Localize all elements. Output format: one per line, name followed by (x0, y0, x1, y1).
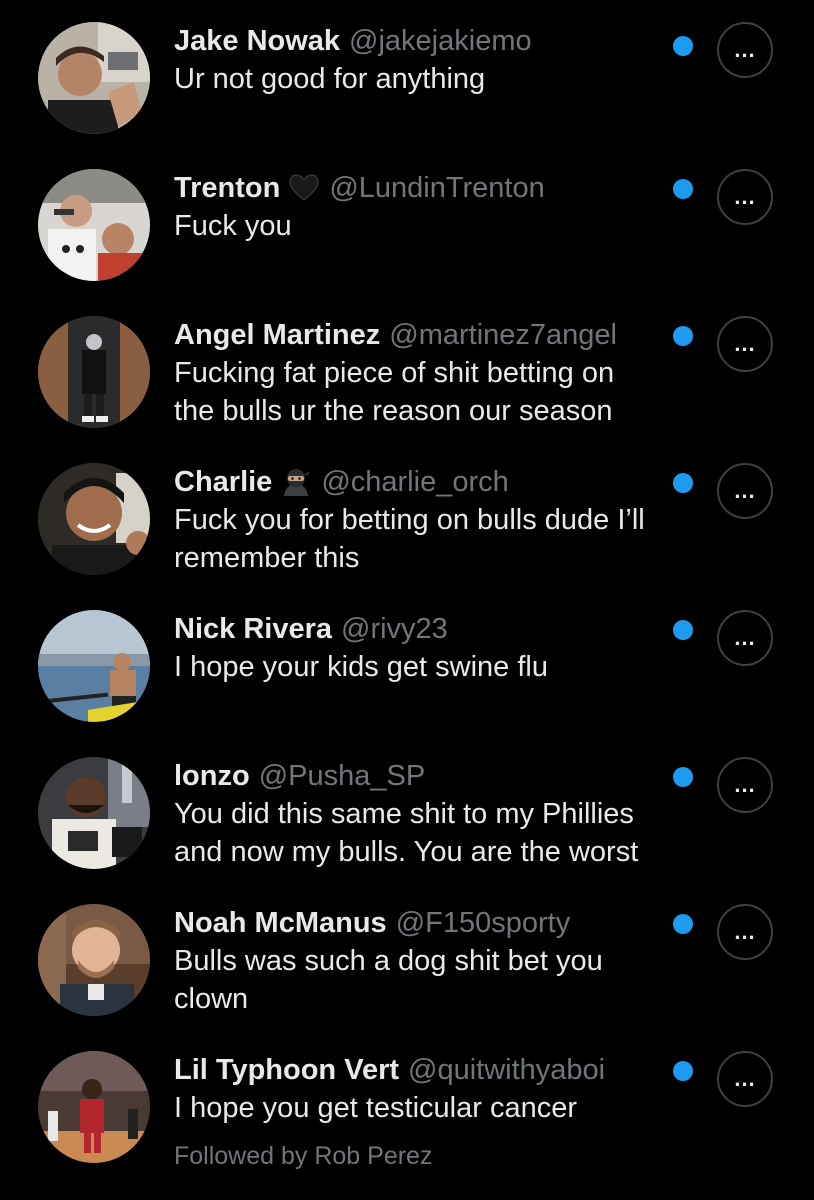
message-line: I hope you get testicular cancer (174, 1092, 578, 1124)
user-info: Trenton @LundinTrenton Fuck you (174, 169, 674, 245)
display-name[interactable]: Angel Martinez (174, 316, 380, 354)
avatar[interactable] (38, 463, 150, 575)
handle[interactable]: @Pusha_SP (259, 757, 425, 795)
handle[interactable]: @F150sporty (396, 904, 571, 942)
unread-dot-icon (673, 326, 693, 346)
message-line: Fuck you for betting on bulls dude I’ll (174, 504, 645, 536)
display-name[interactable]: Lil Typhoon Vert (174, 1051, 399, 1089)
message-line: the bulls ur the reason our season (174, 395, 613, 427)
display-name[interactable]: Noah McManus (174, 904, 387, 942)
display-name[interactable]: lonzo (174, 757, 250, 795)
message-line: Bulls was such a dog shit bet you (174, 945, 603, 977)
user-info: Angel Martinez @martinez7angel Fucking f… (174, 316, 674, 430)
more-options-button[interactable]: ... (717, 610, 773, 666)
user-info: Nick Rivera @rivy23 I hope your kids get… (174, 610, 674, 686)
display-name[interactable]: Nick Rivera (174, 610, 332, 648)
user-info: Noah McManus @F150sporty Bulls was such … (174, 904, 674, 1018)
message-line: remember this (174, 542, 360, 574)
message-line: Fucking fat piece of shit betting on (174, 357, 615, 389)
message-line: and now my bulls. You are the worst (174, 836, 639, 868)
more-options-button[interactable]: ... (717, 463, 773, 519)
more-options-button[interactable]: ... (717, 169, 773, 225)
unread-dot-icon (673, 914, 693, 934)
unread-dot-icon (673, 36, 693, 56)
avatar[interactable] (38, 904, 150, 1016)
unread-dot-icon (673, 767, 693, 787)
followed-by-label: Followed by Rob Perez (174, 1142, 433, 1170)
name-line: Noah McManus @F150sporty (174, 904, 674, 942)
avatar[interactable] (38, 757, 150, 869)
display-name[interactable]: Charlie (174, 463, 272, 501)
user-info: lonzo @Pusha_SP You did this same shit t… (174, 757, 674, 871)
name-line: Jake Nowak @jakejakiemo (174, 22, 674, 60)
unread-dot-icon (673, 179, 693, 199)
unread-dot-icon (673, 620, 693, 640)
name-line: lonzo @Pusha_SP (174, 757, 674, 795)
handle[interactable]: @LundinTrenton (329, 169, 544, 207)
unread-dot-icon (673, 473, 693, 493)
name-line: Nick Rivera @rivy23 (174, 610, 674, 648)
avatar[interactable] (38, 1051, 150, 1163)
display-name[interactable]: Trenton (174, 169, 280, 207)
user-info: Charlie @charlie_orch Fuck you for betti… (174, 463, 674, 577)
message-line: clown (174, 983, 249, 1015)
handle[interactable]: @rivy23 (341, 610, 448, 648)
name-line: Lil Typhoon Vert @quitwithyaboi (174, 1051, 674, 1089)
user-info: Lil Typhoon Vert @quitwithyaboi I hope y… (174, 1051, 674, 1173)
more-options-button[interactable]: ... (717, 757, 773, 813)
more-options-button[interactable]: ... (717, 22, 773, 78)
avatar[interactable] (38, 22, 150, 134)
black-heart-icon (288, 172, 320, 204)
user-info: Jake Nowak @jakejakiemo Ur not good for … (174, 22, 674, 98)
message-line: I hope your kids get swine flu (174, 651, 548, 683)
name-line: Trenton @LundinTrenton (174, 169, 674, 207)
message-line: Fuck you (174, 210, 292, 242)
handle[interactable]: @jakejakiemo (349, 22, 532, 60)
more-options-button[interactable]: ... (717, 316, 773, 372)
avatar[interactable] (38, 169, 150, 281)
handle[interactable]: @quitwithyaboi (408, 1051, 605, 1089)
more-options-button[interactable]: ... (717, 1051, 773, 1107)
avatar[interactable] (38, 316, 150, 428)
more-options-button[interactable]: ... (717, 904, 773, 960)
display-name[interactable]: Jake Nowak (174, 22, 340, 60)
name-line: Charlie @charlie_orch (174, 463, 674, 501)
ninja-icon (280, 466, 312, 498)
handle[interactable]: @charlie_orch (321, 463, 508, 501)
name-line: Angel Martinez @martinez7angel (174, 316, 674, 354)
handle[interactable]: @martinez7angel (389, 316, 617, 354)
unread-dot-icon (673, 1061, 693, 1081)
message-line: You did this same shit to my Phillies (174, 798, 634, 830)
message-line: Ur not good for anything (174, 63, 486, 95)
avatar[interactable] (38, 610, 150, 722)
